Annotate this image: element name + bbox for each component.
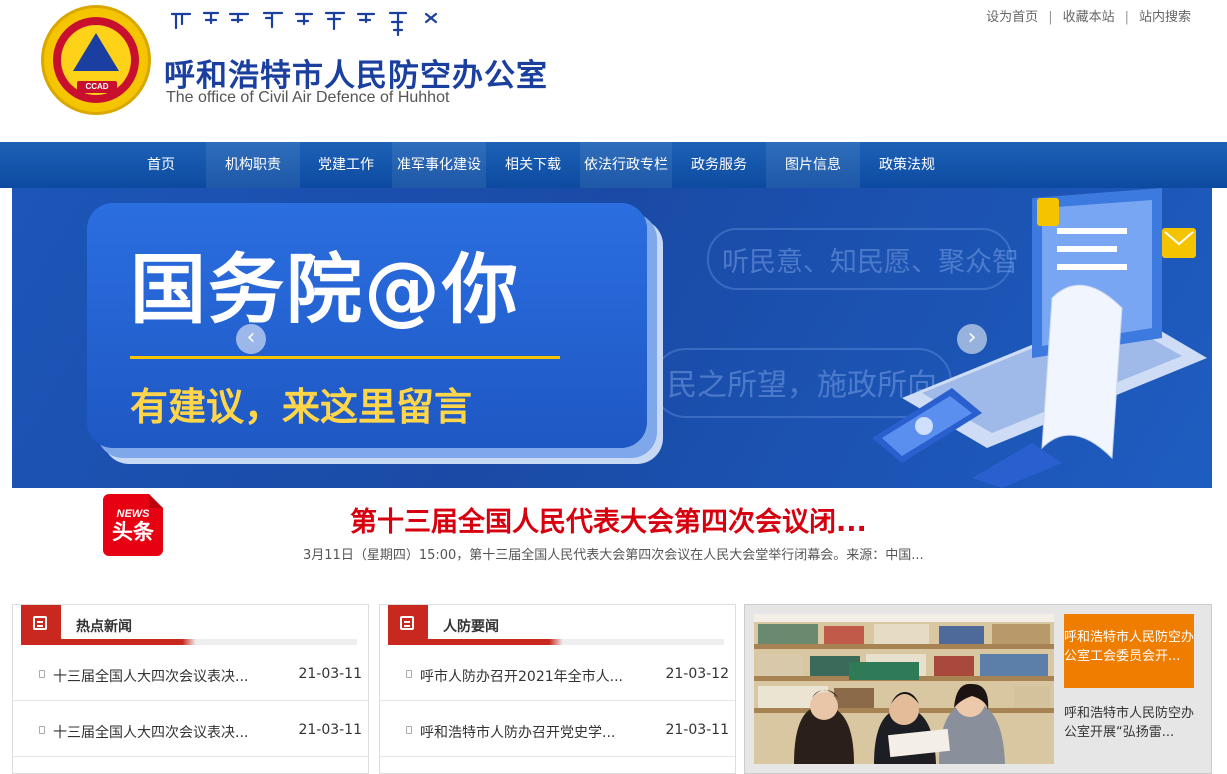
lead-news-summary: 3月11日（星期四）15:00，第十三届全国人民代表大会第四次会议在人民大会堂举…: [303, 548, 924, 563]
list-item[interactable]: 呼市人防办召开2021年全市人... 21-03-12: [380, 645, 735, 701]
main-nav: 首页 机构职责 党建工作 准军事化建设 相关下载 依法行政专栏 政务服务 图片信…: [0, 142, 1227, 188]
news-title[interactable]: 十三届全国人大四次会议表决...: [53, 666, 248, 686]
mongolian-script-title: [170, 11, 438, 37]
news-title[interactable]: 十三届全国人大四次会议表决...: [53, 722, 248, 742]
page-icon: [39, 670, 45, 678]
photo-caption-item[interactable]: 呼和浩特市人民防空办公室开展“弘扬雷...: [1064, 704, 1194, 742]
nav-party-building[interactable]: 党建工作: [300, 142, 392, 188]
list-item[interactable]: 呼和浩特市人防办召开党史学... 21-03-11: [380, 701, 735, 757]
page-icon: [406, 726, 412, 734]
list-item[interactable]: 十三届全国人大四次会议表决... 21-03-11: [13, 701, 368, 757]
nav-gov-services[interactable]: 政务服务: [672, 142, 766, 188]
photo-caption-2: 呼和浩特市人民防空办公室开展“弘扬雷...: [1064, 706, 1195, 740]
hot-news-label: 热点新闻: [76, 619, 132, 635]
banner-headline: 国务院@你: [130, 245, 520, 334]
news-title[interactable]: 呼市人防办召开2021年全市人...: [420, 666, 623, 686]
badge-cn: 头条: [112, 520, 154, 544]
lead-news-title[interactable]: 第十三届全国人民代表大会第四次会议闭...: [350, 500, 867, 539]
nav-responsibilities[interactable]: 机构职责: [206, 142, 300, 188]
set-homepage-link[interactable]: 设为首页: [986, 10, 1038, 25]
site-search-link[interactable]: 站内搜索: [1139, 10, 1191, 25]
news-date: 21-03-11: [298, 666, 362, 682]
civil-defence-news-tab[interactable]: 人防要闻: [388, 605, 724, 645]
civil-defence-news-label: 人防要闻: [443, 619, 499, 635]
photo-caption-active[interactable]: 呼和浩特市人民防空办公室工会委员会开...: [1064, 614, 1194, 688]
civil-defence-news-panel: 人防要闻 呼市人防办召开2021年全市人... 21-03-12 呼和浩特市人防…: [379, 604, 736, 774]
top-links: 设为首页 | 收藏本站 | 站内搜索: [986, 10, 1191, 25]
banner-prev-arrow[interactable]: ‹: [236, 324, 266, 354]
nav-policies[interactable]: 政策法规: [860, 142, 954, 188]
nav-home[interactable]: 首页: [116, 142, 206, 188]
hot-news-panel: 热点新闻 十三届全国人大四次会议表决... 21-03-11 十三届全国人大四次…: [12, 604, 369, 774]
laptop-illustration: [872, 188, 1207, 488]
document-icon: [400, 616, 414, 630]
bookmark-link[interactable]: 收藏本站: [1063, 10, 1115, 25]
page-icon: [39, 726, 45, 734]
news-date: 21-03-12: [665, 666, 729, 682]
site-header: CCAD 呼和浩特市人民防空办公室 The office of Civil Ai…: [0, 0, 1227, 142]
headline-news-badge: NEWS 头条: [103, 494, 163, 556]
news-title[interactable]: 呼和浩特市人防办召开党史学...: [420, 722, 615, 742]
nav-downloads[interactable]: 相关下载: [486, 142, 580, 188]
nav-photo-info[interactable]: 图片信息: [766, 142, 860, 188]
document-icon: [33, 616, 47, 630]
logo-text: CCAD: [77, 81, 117, 93]
ccad-emblem-logo[interactable]: CCAD: [41, 5, 151, 115]
news-date: 21-03-11: [298, 722, 362, 738]
news-date: 21-03-11: [665, 722, 729, 738]
bookstore-photo: [754, 614, 1054, 764]
hero-banner[interactable]: 听民意、知民愿、聚众智 民之所望，施政所向 国务院@你 有建议，来这里留言: [12, 188, 1212, 488]
org-name-en: The office of Civil Air Defence of Huhho…: [166, 89, 450, 106]
banner-subline: 有建议，来这里留言: [130, 384, 473, 429]
photo-caption-1: 呼和浩特市人民防空办公室工会委员会开...: [1064, 630, 1194, 664]
nav-paramilitary[interactable]: 准军事化建设: [392, 142, 486, 188]
banner-next-arrow[interactable]: ›: [957, 324, 987, 354]
page-icon: [406, 670, 412, 678]
hot-news-tab[interactable]: 热点新闻: [21, 605, 357, 645]
nav-law-admin[interactable]: 依法行政专栏: [580, 142, 672, 188]
photo-news-image[interactable]: [754, 614, 1054, 764]
list-item[interactable]: 十三届全国人大四次会议表决... 21-03-11: [13, 645, 368, 701]
